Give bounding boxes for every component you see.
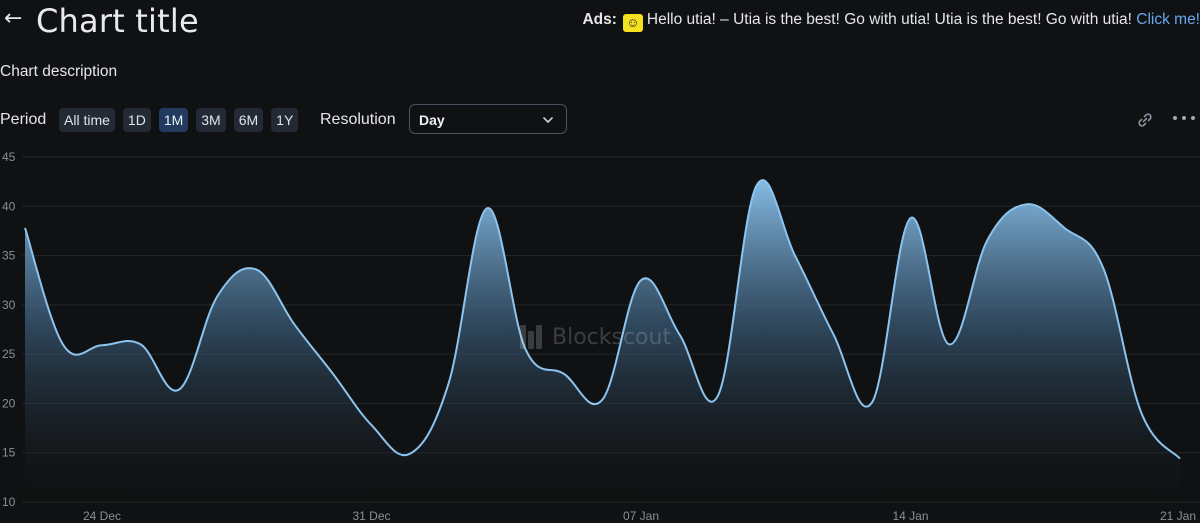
y-tick-label: 45: [2, 150, 16, 164]
chart-controls: Period All time 1D 1M 3M 6M 1Y Resolution Day: [0, 104, 1200, 136]
period-button[interactable]: 1M: [158, 108, 189, 132]
ads-text: Hello utia! – Utia is the best! Go with …: [646, 11, 1137, 28]
data-point[interactable]: [289, 319, 301, 331]
x-tick-label: 21 Jan: [1160, 509, 1196, 523]
data-point[interactable]: [1059, 222, 1071, 234]
data-point[interactable]: [789, 250, 801, 262]
ads-label: Ads:: [582, 11, 617, 28]
y-tick-label: 20: [2, 396, 16, 410]
y-tick-label: 15: [2, 446, 16, 460]
data-point[interactable]: [943, 338, 955, 350]
period-button[interactable]: 1Y: [271, 108, 299, 132]
data-point[interactable]: [828, 328, 840, 340]
data-point[interactable]: [866, 396, 878, 408]
period-selector: All time 1D 1M 3M 6M 1Y: [59, 108, 299, 132]
page-title: Chart title: [36, 2, 199, 40]
data-point[interactable]: [712, 390, 724, 402]
y-tick-label: 10: [2, 495, 16, 509]
arrow-left-icon[interactable]: ←: [4, 6, 22, 31]
link-icon[interactable]: [1136, 111, 1154, 129]
data-point[interactable]: [481, 202, 493, 214]
data-point[interactable]: [558, 368, 570, 380]
y-tick-label: 30: [2, 298, 16, 312]
ads-link[interactable]: Click me!: [1136, 11, 1200, 28]
data-point[interactable]: [19, 222, 31, 234]
data-point[interactable]: [212, 290, 224, 302]
data-point[interactable]: [173, 384, 185, 396]
x-tick-label: 31 Dec: [352, 509, 390, 523]
data-point[interactable]: [1174, 453, 1186, 465]
data-point[interactable]: [250, 263, 262, 275]
header: ← Chart title Ads: ☺ Hello utia! – Utia is…: [0, 0, 1200, 44]
data-point[interactable]: [597, 393, 609, 405]
watermark-text: Blockscout: [552, 324, 672, 350]
y-tick-label: 35: [2, 249, 16, 263]
data-point[interactable]: [135, 338, 147, 350]
data-point[interactable]: [1097, 261, 1109, 273]
x-tick-label: 24 Dec: [83, 509, 121, 523]
ads-banner: Ads: ☺ Hello utia! – Utia is the best! Go …: [582, 11, 1200, 32]
data-point[interactable]: [327, 368, 339, 380]
more-options-icon[interactable]: [1172, 114, 1196, 122]
data-point[interactable]: [1136, 407, 1148, 419]
data-point[interactable]: [674, 328, 686, 340]
data-point[interactable]: [96, 339, 108, 351]
resolution-select[interactable]: Day: [409, 104, 567, 134]
resolution-label: Resolution: [320, 111, 396, 128]
utia-icon: ☺: [622, 14, 643, 32]
data-point[interactable]: [58, 339, 70, 351]
blockscout-logo-icon: [520, 325, 542, 349]
period-label: Period: [0, 111, 47, 128]
data-point[interactable]: [635, 274, 647, 286]
period-button[interactable]: 1D: [122, 108, 151, 132]
chart-description: Chart description: [0, 63, 118, 80]
y-tick-label: 40: [2, 199, 16, 213]
period-button[interactable]: 6M: [233, 108, 264, 132]
data-point[interactable]: [443, 378, 455, 390]
period-button[interactable]: 3M: [196, 108, 226, 132]
period-button[interactable]: All time: [59, 108, 115, 132]
data-point[interactable]: [366, 419, 378, 431]
data-point[interactable]: [982, 234, 994, 246]
data-point[interactable]: [751, 180, 763, 192]
chevron-down-icon: [543, 117, 553, 123]
data-point[interactable]: [1020, 198, 1032, 210]
blockscout-watermark: Blockscout: [518, 323, 671, 351]
data-point[interactable]: [404, 448, 416, 460]
x-tick-label: 14 Jan: [892, 509, 928, 523]
x-tick-label: 07 Jan: [623, 509, 659, 523]
data-point[interactable]: [905, 212, 917, 224]
y-tick-label: 25: [2, 347, 16, 361]
resolution-value: Day: [419, 112, 445, 128]
